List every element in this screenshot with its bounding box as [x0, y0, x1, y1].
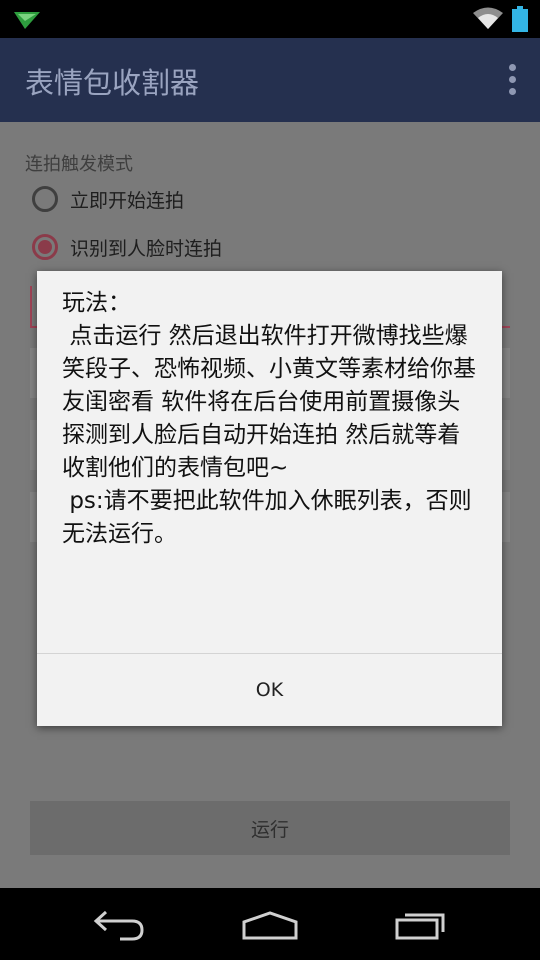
trigger-mode-label: 连拍触发模式: [25, 154, 133, 175]
radio-label: 立即开始连拍: [70, 189, 185, 212]
dialog-message: 玩法： 点击运行 然后退出软件打开微博找些爆笑段子、恐怖视频、小黄文等素材给你基…: [62, 290, 476, 547]
instructions-dialog: 玩法： 点击运行 然后退出软件打开微博找些爆笑段子、恐怖视频、小黄文等素材给你基…: [37, 271, 502, 726]
radio-button-unchecked[interactable]: [32, 186, 58, 212]
run-button[interactable]: 运行: [30, 801, 510, 855]
app-bar: 表情包收割器: [0, 38, 540, 122]
input-edge: [30, 286, 32, 326]
battery-icon: [512, 6, 528, 32]
wifi-icon: [473, 7, 503, 29]
radio-button-checked[interactable]: [32, 234, 58, 260]
home-icon[interactable]: [240, 910, 300, 940]
ok-button[interactable]: OK: [37, 654, 502, 726]
radio-immediate[interactable]: 立即开始连拍: [32, 182, 184, 216]
back-icon[interactable]: [92, 908, 148, 942]
app-title: 表情包收割器: [25, 66, 200, 100]
radio-face-detect[interactable]: 识别到人脸时连拍: [32, 230, 222, 264]
notification-arrow-icon: [14, 12, 40, 29]
radio-label: 识别到人脸时连拍: [70, 237, 223, 260]
overflow-menu-icon[interactable]: [502, 64, 522, 98]
recent-apps-icon[interactable]: [393, 908, 449, 942]
navigation-bar: [0, 888, 540, 960]
status-bar: [0, 0, 540, 38]
